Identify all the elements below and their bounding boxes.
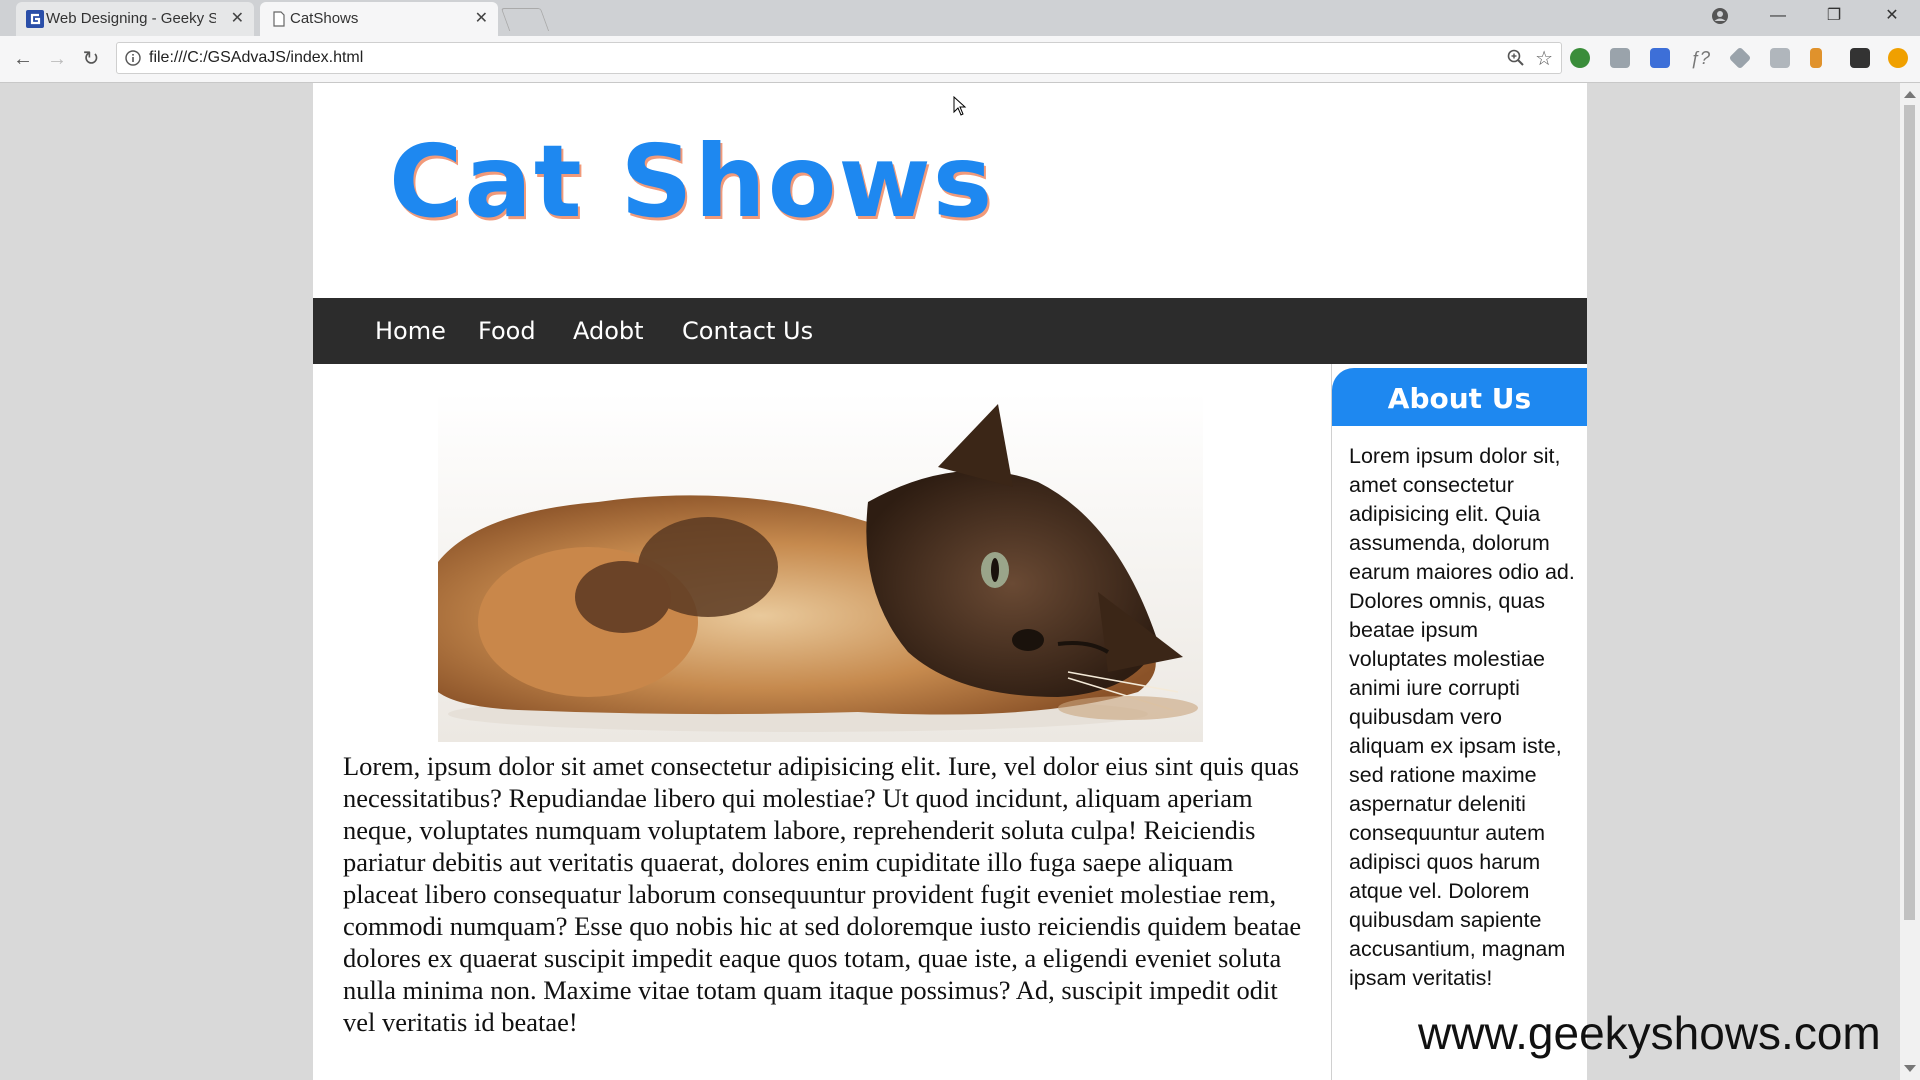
extension-camera-icon[interactable] xyxy=(1610,48,1630,68)
extension-diamond-icon[interactable] xyxy=(1728,46,1752,70)
site-title: Cat Shows xyxy=(389,123,995,240)
minimize-icon[interactable]: — xyxy=(1758,0,1798,32)
address-bar[interactable]: file:///C:/GSAdvaJS/index.html ☆ xyxy=(116,42,1562,74)
profile-icon[interactable] xyxy=(1700,0,1740,32)
web-page: Cat Shows Home Food Adobt Contact Us Lor… xyxy=(313,83,1587,1080)
site-navbar: Home Food Adobt Contact Us xyxy=(313,298,1587,364)
extension-box-icon[interactable] xyxy=(1770,48,1790,68)
close-window-icon[interactable]: ✕ xyxy=(1872,0,1912,32)
forward-icon[interactable]: → xyxy=(42,44,72,74)
scroll-up-arrow[interactable] xyxy=(1904,91,1916,98)
tab-title: Web Designing - Geeky S xyxy=(46,10,216,27)
url-text[interactable]: file:///C:/GSAdvaJS/index.html xyxy=(149,43,363,73)
tab-catshows[interactable]: CatShows ✕ xyxy=(260,2,498,36)
extension-incognito-icon[interactable] xyxy=(1850,48,1870,68)
about-paragraph: Lorem ipsum dolor sit, amet consectetur … xyxy=(1349,444,1575,990)
scroll-thumb[interactable] xyxy=(1904,105,1915,920)
maximize-icon[interactable]: ❐ xyxy=(1814,0,1854,32)
mouse-cursor-icon xyxy=(953,96,967,116)
main-content: Lorem, ipsum dolor sit amet consectetur … xyxy=(313,364,1332,1080)
extension-alert-icon[interactable] xyxy=(1888,48,1908,68)
about-sidebar: About Us Lorem ipsum dolor sit, amet con… xyxy=(1332,368,1587,1080)
nav-food[interactable]: Food xyxy=(478,298,536,364)
cat-image xyxy=(438,392,1203,742)
zoom-icon[interactable] xyxy=(1507,49,1525,67)
extension-function-icon[interactable]: ƒ? xyxy=(1690,48,1710,68)
tab-strip: Web Designing - Geeky S ✕ CatShows ✕ — ❐… xyxy=(0,0,1920,36)
close-icon[interactable]: ✕ xyxy=(475,2,488,36)
back-icon[interactable]: ← xyxy=(8,44,38,74)
about-heading: About Us xyxy=(1332,368,1587,426)
browser-toolbar: ← → ↻ file:///C:/GSAdvaJS/index.html ☆ ƒ… xyxy=(0,36,1920,83)
page-icon xyxy=(273,11,285,27)
tab-web-designing[interactable]: Web Designing - Geeky S ✕ xyxy=(16,2,254,36)
geekyshows-favicon xyxy=(26,10,44,28)
extension-pen-icon[interactable] xyxy=(1650,48,1670,68)
nav-home[interactable]: Home xyxy=(375,298,446,364)
vertical-scrollbar[interactable] xyxy=(1900,83,1920,1080)
watermark: www.geekyshows.com xyxy=(1418,1007,1881,1059)
new-tab-button[interactable] xyxy=(500,8,550,31)
scroll-down-arrow[interactable] xyxy=(1904,1065,1916,1072)
main-paragraph: Lorem, ipsum dolor sit amet consectetur … xyxy=(343,751,1302,1037)
extension-key-icon[interactable] xyxy=(1810,48,1822,68)
tab-title: CatShows xyxy=(290,10,359,27)
extension-globe-icon[interactable] xyxy=(1570,48,1590,68)
info-icon xyxy=(125,50,141,66)
nav-adobt[interactable]: Adobt xyxy=(573,298,644,364)
nav-contact-us[interactable]: Contact Us xyxy=(682,298,813,364)
star-icon[interactable]: ☆ xyxy=(1535,46,1553,71)
close-icon[interactable]: ✕ xyxy=(231,2,244,36)
reload-icon[interactable]: ↻ xyxy=(76,44,106,74)
